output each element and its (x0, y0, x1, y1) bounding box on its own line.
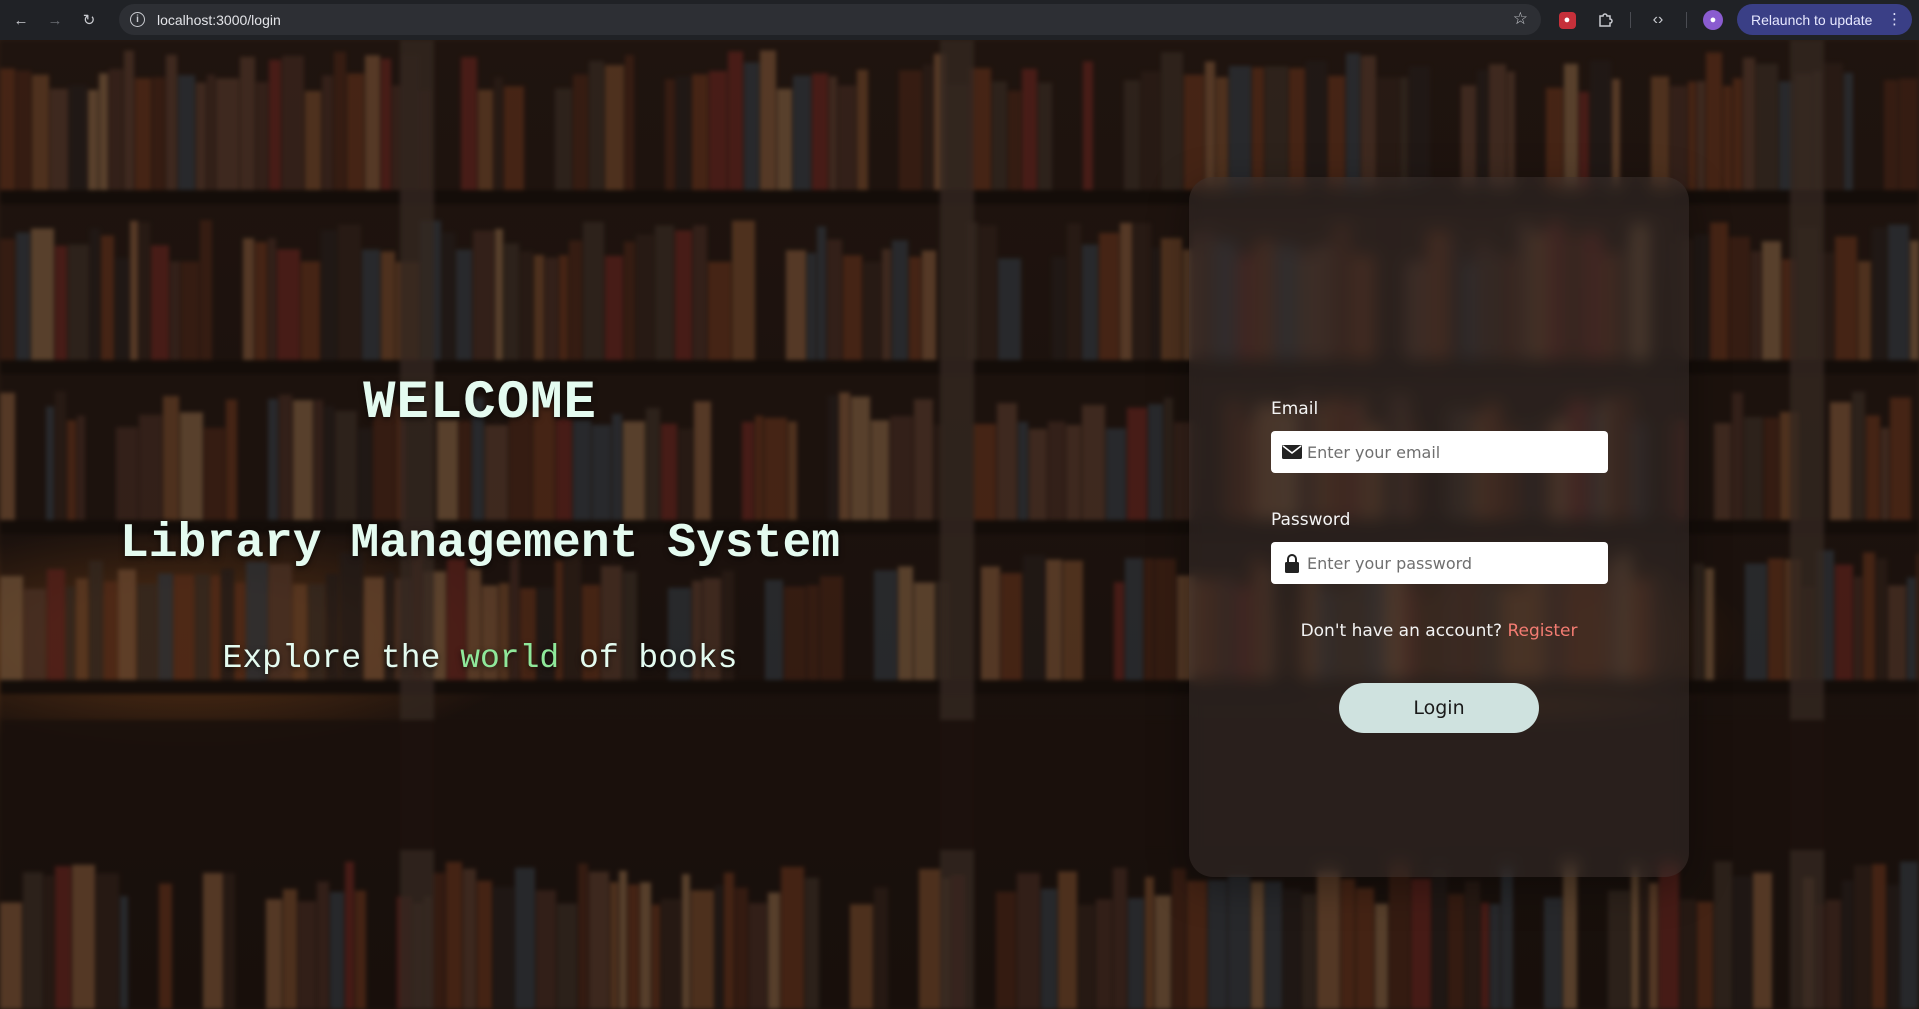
login-page: WELCOME Library Management System Explor… (0, 40, 1919, 1009)
toolbar-divider (1630, 12, 1631, 28)
toolbar-divider (1686, 12, 1687, 28)
address-bar[interactable]: i localhost:3000/login ☆ (119, 4, 1541, 35)
forward-arrow-icon[interactable]: → (42, 7, 68, 33)
email-label: Email (1271, 399, 1319, 419)
lock-icon (1281, 553, 1303, 573)
site-info-icon[interactable]: i (130, 12, 145, 27)
login-button[interactable]: Login (1339, 683, 1539, 733)
hero-section: WELCOME Library Management System Explor… (0, 40, 960, 1009)
tagline-accent-word: world (460, 640, 560, 677)
relaunch-button[interactable]: Relaunch to update ⋮ (1737, 4, 1912, 35)
register-prompt: Don't have an account? Register (1189, 621, 1689, 641)
password-field-wrapper[interactable] (1271, 542, 1608, 584)
tagline-text-start: Explore the (222, 640, 461, 677)
extension-icon[interactable]: ● (1556, 9, 1578, 31)
password-label: Password (1271, 510, 1351, 530)
browser-toolbar: ← → ↻ i localhost:3000/login ☆ ● ‹› ● Re… (0, 0, 1919, 40)
relaunch-label: Relaunch to update (1751, 11, 1873, 28)
puzzle-icon[interactable] (1594, 9, 1616, 31)
back-arrow-icon[interactable]: ← (8, 7, 34, 33)
reload-icon[interactable]: ↻ (76, 7, 102, 33)
hero-title: WELCOME (363, 373, 597, 434)
address-url[interactable]: localhost:3000/login (157, 12, 281, 28)
register-link[interactable]: Register (1507, 621, 1577, 641)
hero-tagline: Explore the world of books (0, 640, 960, 677)
star-icon[interactable]: ☆ (1513, 9, 1528, 29)
email-field-wrapper[interactable] (1271, 431, 1608, 473)
tagline-text-end: of books (559, 640, 738, 677)
hero-subtitle: Library Management System (119, 517, 841, 571)
profile-icon[interactable]: ● (1703, 10, 1723, 30)
register-prompt-text: Don't have an account? (1300, 621, 1503, 641)
login-card: Email Password Don't have an account? Re… (1189, 177, 1689, 877)
password-field[interactable] (1307, 543, 1597, 583)
email-field[interactable] (1307, 432, 1597, 472)
kebab-menu-icon[interactable]: ⋮ (1887, 10, 1902, 28)
code-icon[interactable]: ‹› (1647, 9, 1669, 31)
envelope-icon (1281, 445, 1303, 459)
